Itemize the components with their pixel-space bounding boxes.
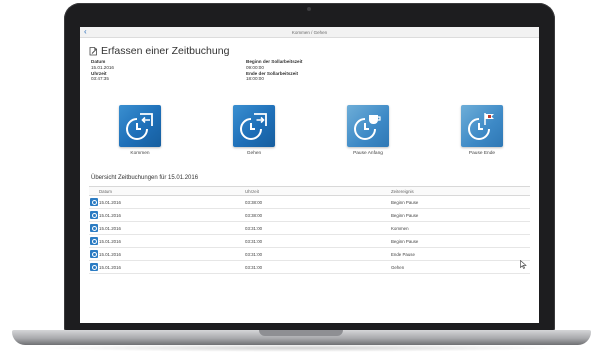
camera-dot — [307, 7, 311, 11]
column-header-event[interactable]: Zeitereignis — [391, 186, 530, 196]
table-row[interactable]: 15.01.2016 03:38:00 Beginn Pause — [89, 195, 530, 209]
table-row[interactable]: 15.01.2016 03:31:00 Kommen — [89, 221, 530, 235]
document-edit-icon — [89, 47, 98, 56]
table-row[interactable]: 15.01.2016 03:31:00 Gehen — [89, 260, 530, 274]
main-content: Erfassen einer Zeitbuchung Datum 15.01.2… — [80, 45, 539, 274]
column-header-time[interactable]: Uhrzeit — [245, 186, 391, 196]
info-column-left: Datum 15.01.2016 Uhrzeit 03:47:35 — [91, 59, 114, 82]
clock-arrow-out-icon — [240, 113, 267, 140]
row-date: 15.01.2016 — [99, 260, 245, 274]
row-date: 15.01.2016 — [99, 195, 245, 209]
row-time: 03:38:00 — [245, 208, 391, 222]
overview-title: Übersicht Zeitbuchungen für 15.01.2016 — [91, 175, 199, 181]
app-title: Kommen / Gehen — [291, 29, 328, 35]
time-value: 03:47:35 — [91, 76, 109, 82]
row-time: 03:38:00 — [245, 195, 391, 209]
table-header-row: Datum Uhrzeit Zeitereignis — [89, 186, 530, 196]
row-date: 15.01.2016 — [99, 234, 245, 248]
clock-out-tile[interactable]: Gehen — [230, 105, 278, 156]
bookings-table: Datum Uhrzeit Zeitereignis 15.01.2016 03… — [89, 186, 530, 274]
break-start-label: Pause Anfang — [353, 151, 383, 156]
mouse-cursor-icon — [520, 260, 527, 269]
clock-in-label: Kommen — [130, 151, 150, 156]
row-event: Beginn Pause — [391, 195, 530, 209]
row-event: Beginn Pause — [391, 234, 530, 248]
row-time: 03:31:00 — [245, 221, 391, 235]
break-start-button[interactable] — [347, 105, 389, 147]
app-screen: ‹ Kommen / Gehen Erfassen einer Zeitbuch… — [80, 27, 539, 323]
form-header: Erfassen einer Zeitbuchung — [89, 45, 530, 57]
date-value: 15.01.2016 — [91, 64, 114, 70]
break-end-tile[interactable]: Pause Ende — [458, 105, 506, 156]
break-start-tile[interactable]: Pause Anfang — [344, 105, 392, 156]
table-row[interactable]: 15.01.2016 03:31:00 Ende Pause — [89, 247, 530, 261]
worktime-end-value: 18:00:00 — [246, 76, 264, 82]
back-button[interactable]: ‹ — [84, 27, 87, 37]
row-time: 03:31:00 — [245, 260, 391, 274]
table-row[interactable]: 15.01.2016 03:31:00 Beginn Pause — [89, 234, 530, 248]
row-time: 03:31:00 — [245, 247, 391, 261]
row-time: 03:31:00 — [245, 234, 391, 248]
row-event: Kommen — [391, 221, 530, 235]
laptop-notch — [259, 330, 343, 336]
icon-column-header — [89, 186, 99, 196]
form-title: Erfassen einer Zeitbuchung — [101, 45, 230, 57]
row-date: 15.01.2016 — [99, 208, 245, 222]
row-date: 15.01.2016 — [99, 221, 245, 235]
action-tiles: Kommen Gehen Pause Anfang Pause Ende — [89, 105, 530, 165]
break-end-label: Pause Ende — [468, 151, 496, 156]
worktime-start-label: Beginn der Sollarbeitszeit — [246, 59, 303, 64]
column-header-date[interactable]: Datum — [99, 186, 245, 196]
clock-out-button[interactable] — [233, 105, 275, 147]
row-date: 15.01.2016 — [99, 247, 245, 261]
title-bar: ‹ Kommen / Gehen — [80, 27, 539, 38]
row-event: Ende Pause — [391, 247, 530, 261]
clock-flag-icon — [468, 113, 494, 140]
booking-type-icon — [90, 250, 98, 258]
row-event: Beginn Pause — [391, 208, 530, 222]
booking-type-icon — [90, 224, 98, 232]
worktime-start-value: 09:00:00 — [246, 64, 264, 70]
break-end-button[interactable] — [461, 105, 503, 147]
booking-type-icon — [90, 263, 98, 271]
booking-type-icon — [90, 211, 98, 219]
clock-coffee-icon — [354, 115, 381, 140]
table-row[interactable]: 15.01.2016 03:38:00 Beginn Pause — [89, 208, 530, 222]
clock-arrow-in-icon — [126, 113, 153, 140]
info-column-right: Beginn der Sollarbeitszeit 09:00:00 Ende… — [246, 59, 302, 82]
booking-type-icon — [90, 237, 98, 245]
clock-in-tile[interactable]: Kommen — [116, 105, 164, 156]
booking-info: Datum 15.01.2016 Uhrzeit 03:47:35 Beginn… — [89, 59, 530, 93]
clock-in-button[interactable] — [119, 105, 161, 147]
laptop-shadow — [40, 344, 563, 352]
row-event: Gehen — [391, 260, 530, 274]
clock-out-label: Gehen — [246, 151, 262, 156]
booking-type-icon — [90, 198, 98, 206]
